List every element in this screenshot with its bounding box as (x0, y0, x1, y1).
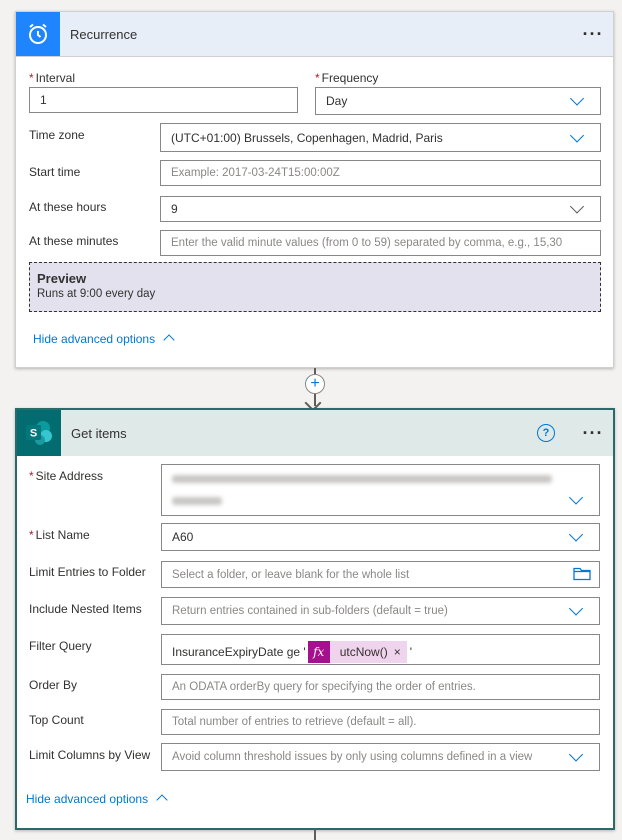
expression-token[interactable]: fx utcNow() × (307, 640, 407, 663)
recurrence-title: Recurrence (70, 26, 138, 42)
chevron-down-icon (568, 601, 584, 616)
recurrence-header[interactable]: Recurrence ··· (16, 12, 613, 57)
top-count-label: Top Count (29, 713, 84, 727)
start-time-label: Start time (29, 165, 81, 179)
sharepoint-icon: S (17, 410, 61, 456)
list-name-label: * List Name (29, 528, 90, 542)
chevron-up-icon (163, 334, 175, 346)
order-by-input[interactable]: An ODATA orderBy query for specifying th… (161, 674, 600, 700)
get-items-card: S Get items ? ··· * Site Address * List Na… (15, 408, 615, 830)
limit-columns-label: Limit Columns by View (29, 748, 151, 762)
interval-label: * Interval (29, 71, 76, 85)
start-time-input[interactable]: Example: 2017-03-24T15:00:00Z (160, 160, 601, 186)
chevron-down-icon (568, 527, 584, 542)
redacted-site-url (172, 475, 552, 483)
frequency-dropdown[interactable]: Day (315, 87, 601, 115)
more-options-button[interactable]: ··· (573, 24, 613, 45)
list-name-dropdown[interactable]: A60 (161, 523, 600, 551)
folder-icon[interactable] (573, 566, 591, 583)
schedule-preview: Preview Runs at 9:00 every day (29, 262, 601, 312)
hide-advanced-options-link[interactable]: Hide advanced options (26, 792, 168, 806)
chevron-down-icon (569, 199, 585, 214)
redacted-site-url (172, 497, 222, 505)
include-nested-label: Include Nested Items (29, 602, 142, 616)
get-items-header[interactable]: S Get items ? ··· (17, 410, 613, 456)
chevron-down-icon (568, 490, 584, 505)
svg-text:S: S (30, 428, 37, 440)
site-address-dropdown[interactable] (161, 464, 600, 516)
help-icon[interactable]: ? (537, 424, 555, 442)
chevron-up-icon (156, 794, 168, 806)
at-these-minutes-input[interactable]: Enter the valid minute values (from 0 to… (160, 230, 601, 256)
hide-advanced-options-link[interactable]: Hide advanced options (33, 332, 175, 346)
site-address-label: * Site Address (29, 469, 104, 483)
filter-query-input[interactable]: InsuranceExpiryDate ge ' fx utcNow() × ' (161, 634, 600, 665)
limit-columns-dropdown[interactable]: Avoid column threshold issues by only us… (161, 743, 600, 771)
add-step-button[interactable]: + (305, 374, 325, 394)
at-these-hours-dropdown[interactable]: 9 (160, 196, 601, 222)
get-items-title: Get items (71, 425, 127, 441)
time-zone-dropdown[interactable]: (UTC+01:00) Brussels, Copenhagen, Madrid… (160, 123, 601, 152)
interval-input[interactable]: 1 (29, 87, 298, 113)
at-these-minutes-label: At these minutes (29, 234, 119, 248)
more-options-button[interactable]: ··· (573, 423, 613, 444)
chevron-down-icon (568, 747, 584, 762)
recurrence-card: Recurrence ··· * Interval 1 * Frequency Da… (15, 11, 614, 368)
filter-query-label: Filter Query (29, 639, 92, 653)
frequency-label: * Frequency (315, 71, 379, 85)
time-zone-label: Time zone (29, 128, 85, 142)
preview-title: Preview (37, 271, 87, 286)
remove-token-icon[interactable]: × (394, 645, 407, 659)
order-by-label: Order By (29, 678, 78, 692)
alarm-clock-icon (16, 12, 60, 56)
top-count-input[interactable]: Total number of entries to retrieve (def… (161, 709, 600, 735)
connector-line (314, 830, 316, 840)
limit-folder-input[interactable]: Select a folder, or leave blank for the … (161, 561, 600, 588)
preview-text: Runs at 9:00 every day (37, 288, 156, 300)
fx-icon: fx (307, 640, 330, 663)
limit-folder-label: Limit Entries to Folder (29, 565, 146, 579)
at-these-hours-label: At these hours (29, 200, 107, 214)
chevron-down-icon (569, 127, 585, 143)
chevron-down-icon (569, 91, 585, 106)
include-nested-dropdown[interactable]: Return entries contained in sub-folders … (161, 597, 600, 625)
